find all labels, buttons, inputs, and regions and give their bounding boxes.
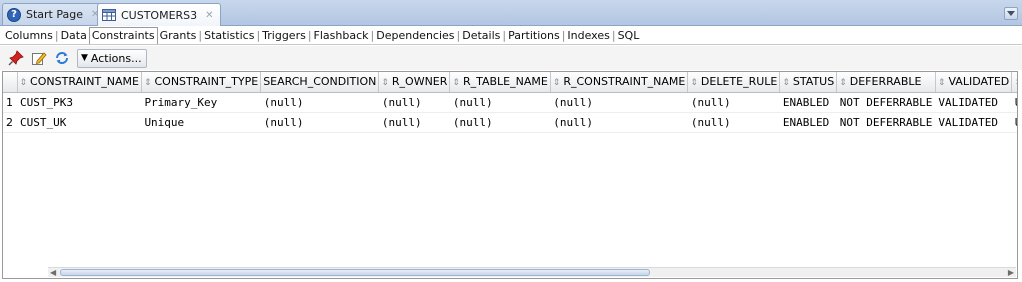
sort-icon: ⇕ [143,78,152,89]
tab-sql[interactable]: SQL [616,29,642,42]
scroll-left-icon[interactable]: ◀ [50,268,56,277]
constraints-grid: ⇕ CONSTRAINT_NAME ⇕ CONSTRAINT_TYPE SEARCH… [2,71,1018,279]
sort-icon: ⇕ [452,78,460,89]
tab-dependencies[interactable]: Dependencies [374,29,456,42]
table-row[interactable]: 1 CUST_PK3 Primary_Key (null) (null) (nu… [3,92,1017,113]
tab-customers3-label: CUSTOMERS3 [121,8,198,22]
horizontal-scrollbar[interactable]: ◀ ▶ [48,267,1016,277]
sort-icon: ⇕ [19,78,28,89]
table-cell[interactable]: VALIDATED [935,92,1012,113]
scrollbar-thumb[interactable] [60,269,650,276]
sort-icon: ⇕ [381,78,389,89]
tab-flashback[interactable]: Flashback [312,29,371,42]
table-cell[interactable]: (null) [550,92,688,113]
row-number: 2 [3,112,17,133]
tab-details[interactable]: Details [460,29,502,42]
refresh-icon[interactable] [52,48,72,68]
tab-customers3[interactable]: CUSTOMERS3 ✕ [97,3,221,26]
table-cell[interactable]: NOT DEFERRABLE [836,112,936,133]
tab-start-page[interactable]: ? Start Page ✕ [2,3,107,25]
constraints-toolbar: ▼ Actions... [0,46,1022,70]
table-cell[interactable]: (null) [260,112,379,133]
table-cell[interactable]: CUST_PK3 [17,92,142,113]
sort-icon: ⇕ [782,78,790,89]
actions-label: Actions... [90,51,142,65]
table-cell[interactable]: Unique [141,112,261,133]
document-tab-strip: ? Start Page ✕ CUSTOMERS3 ✕ [0,0,1022,26]
actions-menu-button[interactable]: ▼ Actions... [77,48,147,68]
table-cell[interactable]: (null) [449,92,551,113]
edit-icon[interactable] [29,48,49,68]
table-cell[interactable]: U [1011,112,1017,133]
table-cell[interactable]: U [1011,92,1017,113]
chevron-down-icon: ▼ [81,53,88,63]
table-cell[interactable]: (null) [260,92,379,113]
table-cell[interactable]: (null) [378,92,450,113]
constraints-table: ⇕ CONSTRAINT_NAME ⇕ CONSTRAINT_TYPE SEARCH… [3,72,1017,133]
editor-sub-tabs: Columns | Data Constraints Grants | Statis… [0,26,1022,45]
column-header[interactable]: ⇕ DEFERRABLE [836,72,936,93]
column-header[interactable]: SEARCH_CONDITION [260,72,380,93]
table-row[interactable]: 2 CUST_UK Unique (null) (null) (null) (n… [3,112,1017,133]
column-header[interactable]: ⇕ R_CONSTRAINT_NAME [550,72,689,93]
tab-indexes[interactable]: Indexes [565,29,611,42]
table-cell[interactable]: VALIDATED [935,112,1012,133]
table-cell[interactable]: ENABLED [779,92,837,113]
table-cell[interactable]: (null) [449,112,551,133]
table-cell[interactable]: ENABLED [779,112,837,133]
sort-icon: ⇕ [690,78,698,89]
chevron-down-icon [1007,11,1015,16]
tab-grants[interactable]: Grants [158,29,199,42]
table-cell[interactable]: (null) [550,112,688,133]
row-number: 1 [3,92,17,113]
tab-triggers[interactable]: Triggers [260,29,308,42]
table-cell[interactable]: Primary_Key [141,92,261,113]
column-header[interactable]: ⇕ CONSTRAINT_TYPE [141,72,262,93]
pin-icon[interactable] [6,48,26,68]
table-header-row: ⇕ CONSTRAINT_NAME ⇕ CONSTRAINT_TYPE SEARCH… [3,72,1017,93]
column-header[interactable]: ⇕ [1011,72,1017,93]
table-cell[interactable]: NOT DEFERRABLE [836,92,936,113]
scroll-right-icon[interactable]: ▶ [1008,268,1014,277]
tab-start-page-label: Start Page [26,8,83,21]
table-cell[interactable]: (null) [378,112,450,133]
column-header[interactable]: ⇕ R_TABLE_NAME [449,72,551,93]
tab-columns[interactable]: Columns [3,29,55,42]
close-icon[interactable]: ✕ [205,10,213,21]
sort-icon: ⇕ [1014,78,1017,88]
tab-partitions[interactable]: Partitions [506,29,562,42]
sort-icon: ⇕ [937,78,946,89]
column-header[interactable]: ⇕ CONSTRAINT_NAME [17,72,142,93]
table-cell[interactable]: (null) [687,112,780,133]
column-header[interactable]: ⇕ VALIDATED [935,72,1013,93]
tab-statistics[interactable]: Statistics [202,29,256,42]
table-cell[interactable]: CUST_UK [17,112,142,133]
tab-list-dropdown-button[interactable] [1004,7,1018,20]
table-cell[interactable]: (null) [687,92,780,113]
column-header[interactable]: ⇕ R_OWNER [378,72,451,93]
sort-icon: ⇕ [839,78,847,89]
tab-data[interactable]: Data [59,29,89,42]
row-number-header [3,72,18,93]
tab-constraints[interactable]: Constraints [88,26,158,44]
column-header[interactable]: ⇕ DELETE_RULE [687,72,781,93]
help-icon: ? [7,7,21,22]
sort-icon: ⇕ [552,78,561,89]
column-header[interactable]: ⇕ STATUS [779,72,838,93]
table-icon [102,9,116,21]
